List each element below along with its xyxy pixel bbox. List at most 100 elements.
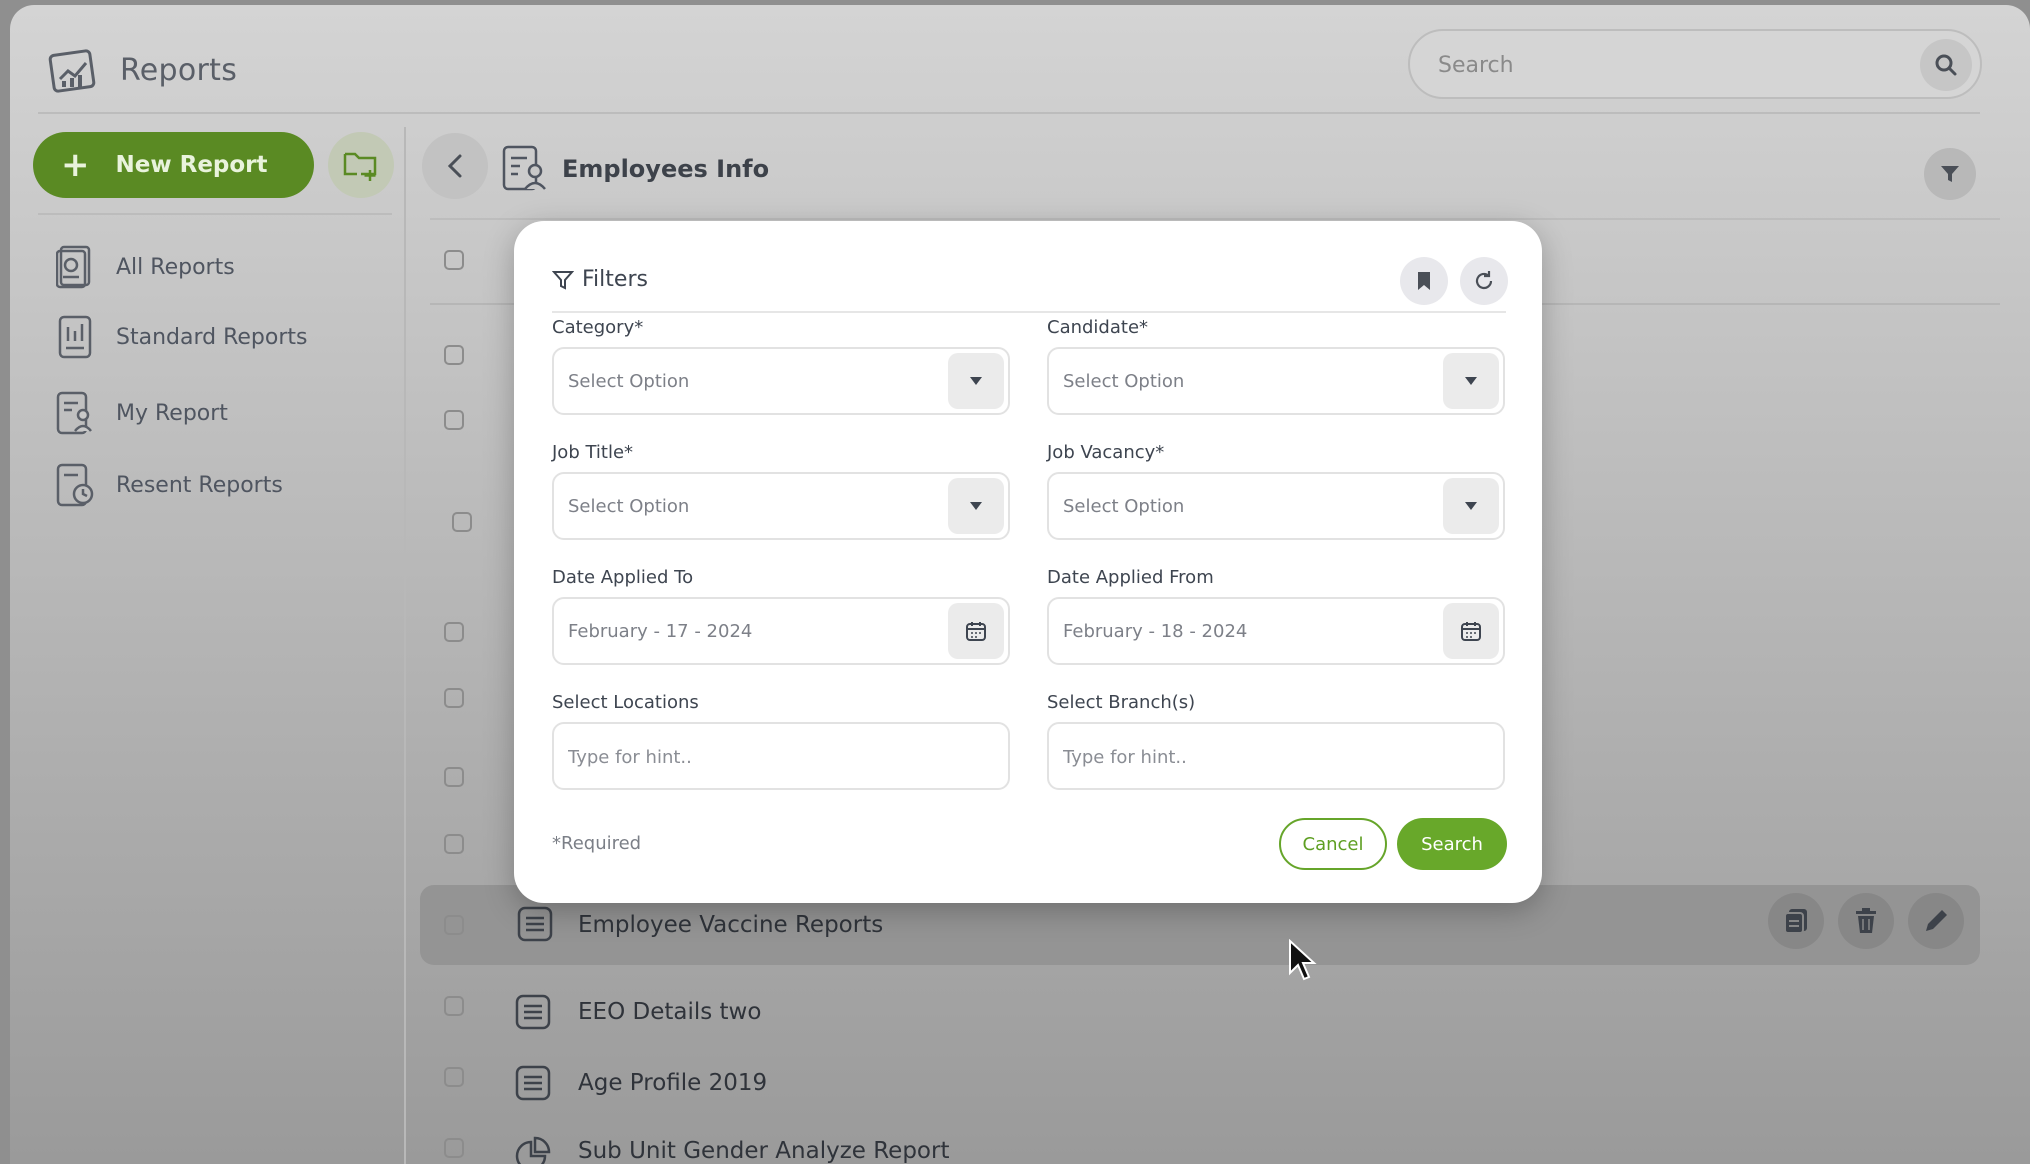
sidebar-item-recent-reports[interactable]: Resent Reports: [56, 463, 356, 507]
row-checkbox[interactable]: [444, 834, 464, 854]
caret-down-icon: [1465, 502, 1477, 510]
filter-button[interactable]: [1924, 148, 1976, 200]
row-checkbox[interactable]: [444, 915, 464, 935]
row-checkbox[interactable]: [444, 1067, 464, 1087]
back-button[interactable]: [422, 133, 488, 199]
page-title: Employees Info: [562, 155, 770, 183]
job-vacancy-dropdown-toggle[interactable]: [1443, 478, 1499, 534]
recent-reports-icon: [56, 463, 94, 507]
row-checkbox[interactable]: [444, 767, 464, 787]
job-vacancy-select[interactable]: Select Option: [1047, 472, 1505, 540]
table-row[interactable]: EEO Details two: [430, 981, 1990, 1043]
my-report-icon: [56, 391, 92, 435]
mouse-cursor-icon: [1289, 939, 1317, 981]
job-title-dropdown-toggle[interactable]: [948, 478, 1004, 534]
category-select[interactable]: Select Option: [552, 347, 1010, 415]
sidebar-item-label: My Report: [116, 400, 228, 426]
row-checkbox[interactable]: [444, 996, 464, 1016]
search-input[interactable]: [1438, 45, 1908, 85]
caret-down-icon: [1465, 377, 1477, 385]
edit-button[interactable]: [1908, 893, 1964, 949]
search-submit-button[interactable]: Search: [1397, 818, 1507, 870]
sidebar-item-label: Resent Reports: [116, 472, 283, 498]
standard-reports-icon: [58, 315, 92, 359]
employees-report-icon: [502, 145, 546, 191]
list-doc-icon: [515, 1065, 551, 1101]
sidebar-item-standard-reports[interactable]: Standard Reports: [56, 315, 356, 359]
branches-input[interactable]: [1063, 742, 1483, 772]
delete-button[interactable]: [1838, 893, 1894, 949]
date-applied-to-value: February - 17 - 2024: [568, 621, 753, 642]
candidate-value: Select Option: [1063, 371, 1185, 392]
pie-chart-icon: [515, 1136, 551, 1164]
branches-field: [1047, 722, 1505, 790]
candidate-label: Candidate*: [1047, 317, 1149, 338]
folder-add-icon: [343, 152, 377, 181]
report-name: EEO Details two: [578, 999, 762, 1025]
refresh-icon: [1475, 271, 1493, 290]
date-applied-to-field[interactable]: February - 17 - 2024: [552, 597, 1010, 665]
candidate-select[interactable]: Select Option: [1047, 347, 1505, 415]
report-name: Employee Vaccine Reports: [578, 912, 884, 938]
row-checkbox[interactable]: [444, 345, 464, 365]
category-dropdown-toggle[interactable]: [948, 353, 1004, 409]
job-title-label: Job Title*: [552, 442, 634, 463]
table-row[interactable]: Sub Unit Gender Analyze Report: [430, 1102, 1990, 1164]
new-folder-button[interactable]: [328, 132, 394, 198]
global-search: [1408, 29, 1982, 99]
select-branches-label: Select Branch(s): [1047, 692, 1196, 713]
date-to-picker-button[interactable]: [948, 603, 1004, 659]
list-doc-icon: [515, 994, 551, 1030]
date-applied-from-label: Date Applied From: [1047, 567, 1214, 588]
row-checkbox[interactable]: [444, 1138, 464, 1158]
date-applied-from-field[interactable]: February - 18 - 2024: [1047, 597, 1505, 665]
sidebar-item-label: Standard Reports: [116, 324, 308, 350]
job-vacancy-value: Select Option: [1063, 496, 1185, 517]
plus-icon: +: [61, 145, 90, 185]
search-button[interactable]: [1920, 39, 1972, 91]
cancel-button[interactable]: Cancel: [1279, 818, 1387, 870]
save-filter-button[interactable]: [1400, 257, 1448, 305]
candidate-dropdown-toggle[interactable]: [1443, 353, 1499, 409]
row-checkbox[interactable]: [452, 512, 472, 532]
locations-input[interactable]: [568, 742, 988, 772]
new-report-button[interactable]: + New Report: [33, 132, 314, 198]
sidebar-border: [404, 127, 406, 1164]
calendar-icon: [1461, 622, 1481, 641]
job-vacancy-label: Job Vacancy*: [1047, 442, 1165, 463]
row-checkbox[interactable]: [444, 622, 464, 642]
job-title-select[interactable]: Select Option: [552, 472, 1010, 540]
list-doc-icon: [517, 906, 553, 942]
date-applied-to-label: Date Applied To: [552, 567, 694, 588]
date-from-picker-button[interactable]: [1443, 603, 1499, 659]
select-all-checkbox[interactable]: [444, 250, 464, 270]
modal-title-text: Filters: [582, 267, 648, 292]
bookmark-icon: [1418, 272, 1430, 290]
caret-down-icon: [970, 377, 982, 385]
app-window: Reports + New Report: [10, 5, 2030, 1164]
row-checkbox[interactable]: [444, 410, 464, 430]
select-locations-label: Select Locations: [552, 692, 699, 713]
top-bar: Reports: [10, 5, 2030, 113]
copy-button[interactable]: [1768, 893, 1824, 949]
copy-icon: [1784, 909, 1807, 934]
filter-outline-icon: [552, 270, 574, 290]
all-reports-icon: [56, 245, 91, 289]
calendar-icon: [966, 622, 986, 641]
new-report-label: New Report: [115, 152, 268, 178]
sidebar-divider: [38, 213, 392, 215]
sidebar-item-all-reports[interactable]: All Reports: [56, 245, 356, 289]
trash-icon: [1856, 908, 1876, 933]
pencil-icon: [1926, 910, 1947, 931]
locations-field: [552, 722, 1010, 790]
sidebar-item-label: All Reports: [116, 254, 235, 280]
brand: Reports: [48, 45, 237, 95]
category-label: Category*: [552, 317, 644, 338]
search-icon: [1935, 54, 1957, 76]
modal-title: Filters: [552, 267, 648, 292]
reset-filter-button[interactable]: [1460, 257, 1508, 305]
row-checkbox[interactable]: [444, 688, 464, 708]
report-name: Age Profile 2019: [578, 1070, 768, 1096]
row-actions: [1768, 893, 1964, 949]
sidebar-item-my-report[interactable]: My Report: [56, 391, 356, 435]
